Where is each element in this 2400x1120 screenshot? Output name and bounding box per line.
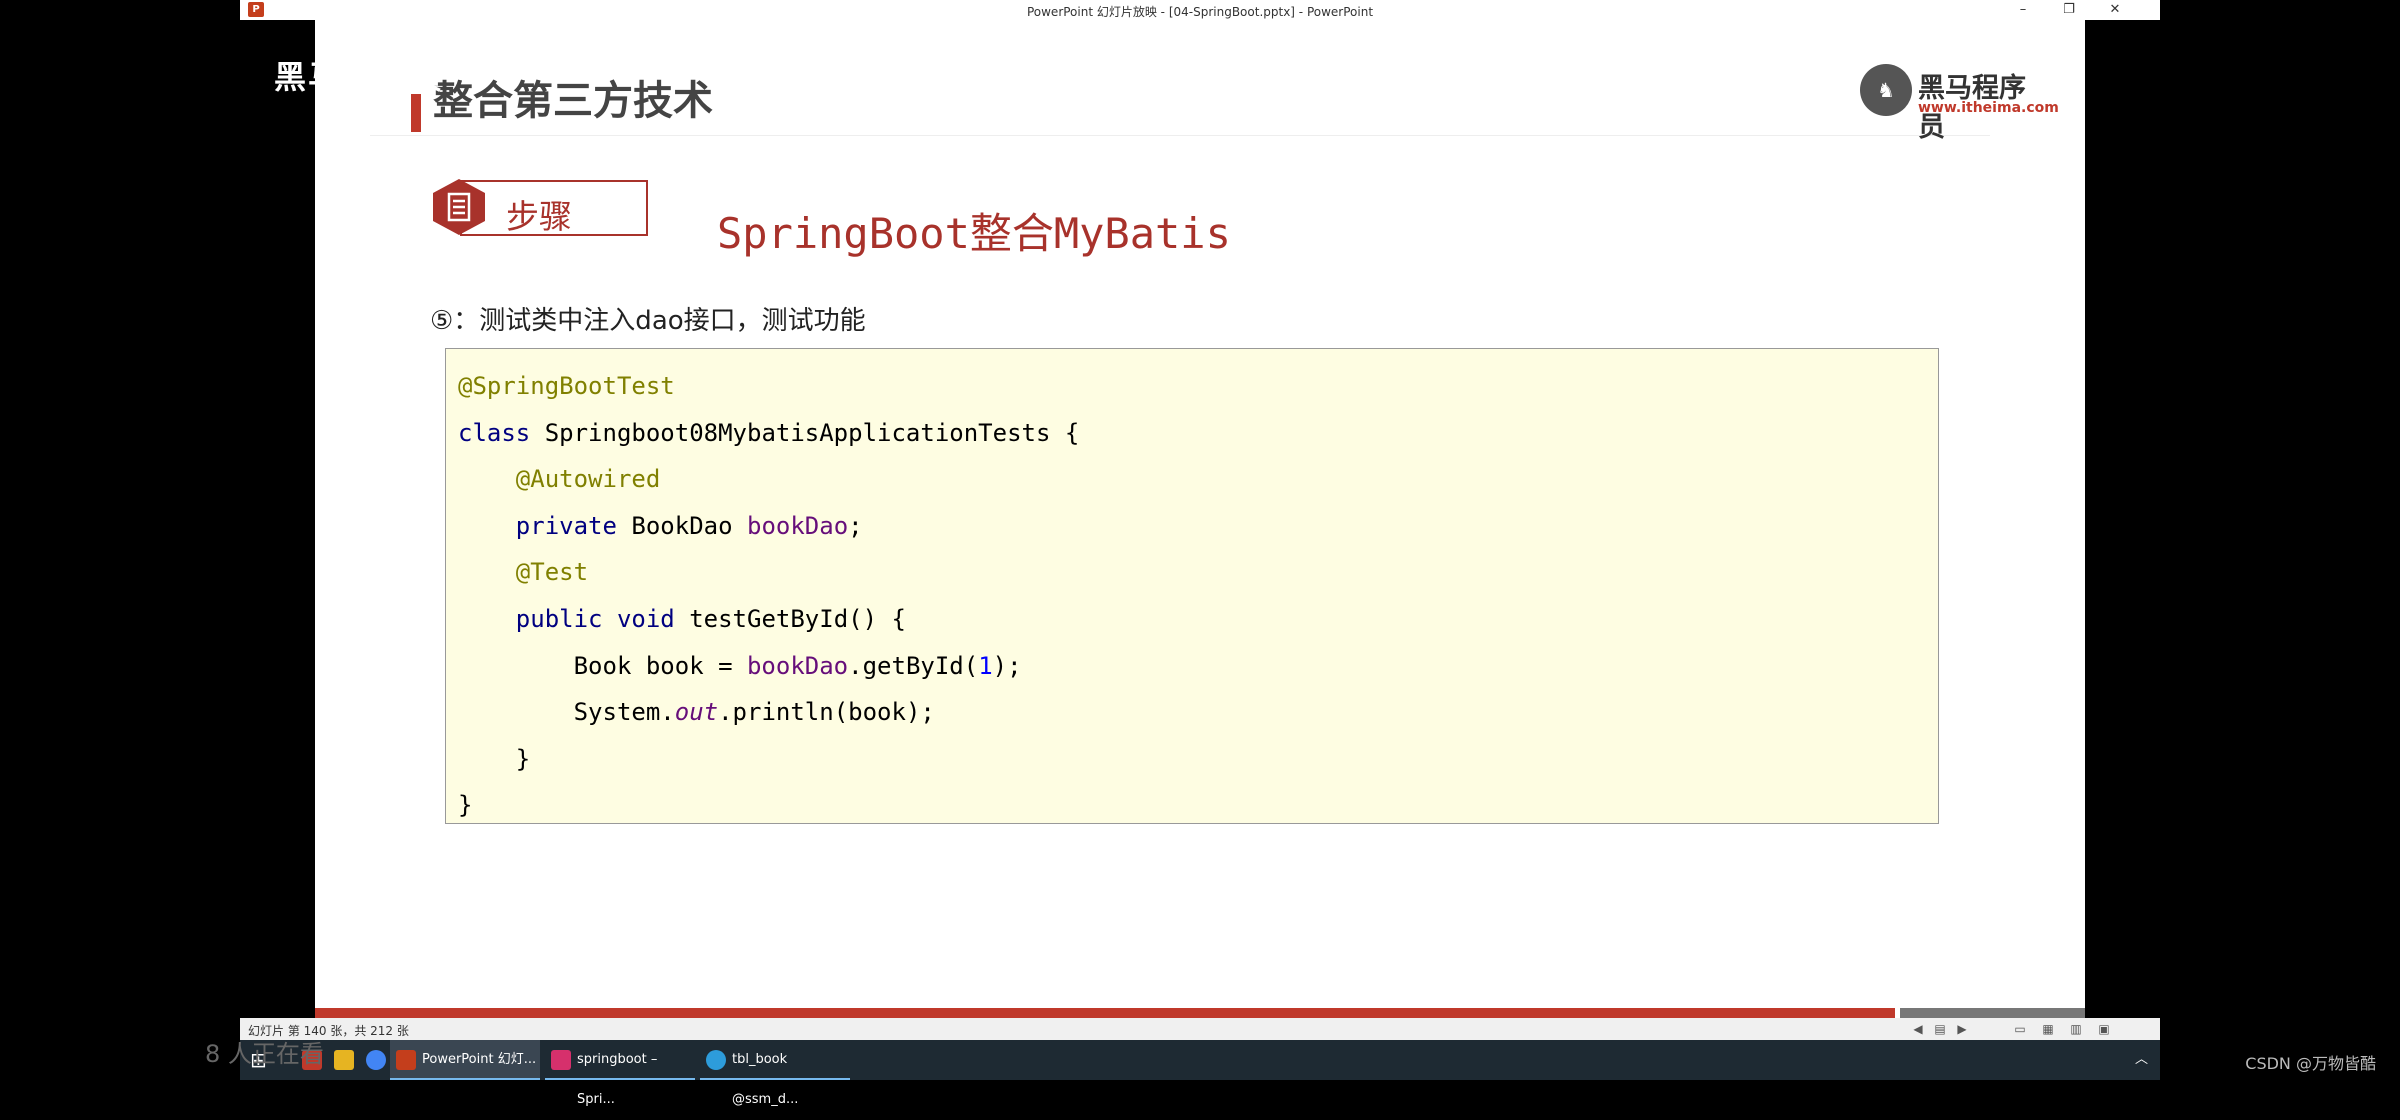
code-text-segment: BookDao: [616, 511, 747, 540]
code-number: 1: [978, 651, 993, 680]
intellij-icon: [551, 1050, 571, 1070]
window-title: PowerPoint 幻灯片放映 - [04-SpringBoot.pptx] …: [1026, 5, 1374, 19]
slide-footer-bar-gray: [1900, 1008, 2085, 1018]
taskbar: ⊞ PowerPoint 幻灯... springboot – Spri... …: [240, 1040, 2160, 1107]
step-description: ⑤：测试类中注入dao接口，测试功能: [430, 306, 866, 336]
powerpoint-icon: [396, 1050, 416, 1070]
reading-view-icon[interactable]: ▥: [2068, 1021, 2084, 1037]
title-bar: P PowerPoint 幻灯片放映 - [04-SpringBoot.pptx…: [240, 0, 2160, 20]
code-keyword: class: [458, 418, 531, 447]
step-badge: 步骤: [430, 178, 648, 236]
slide-sorter-icon[interactable]: ▦: [2040, 1021, 2056, 1037]
slide[interactable]: 整合第三方技术 ♞ 黑马程序员 www.itheima.com 步骤 Sprin…: [315, 20, 2085, 1018]
restore-button[interactable]: ❐: [2046, 0, 2092, 20]
csdn-watermark: CSDN @万物皆酷: [2245, 1054, 2376, 1073]
taskbar-item-label: springboot – Spri...: [577, 1052, 658, 1107]
slide-footer-bar: [315, 1008, 1895, 1018]
code-text-segment: Book book =: [573, 651, 747, 680]
chrome-icon[interactable]: [366, 1050, 386, 1070]
code-field: bookDao: [746, 651, 849, 680]
code-text-segment: .println(book);: [718, 698, 935, 727]
slide-margin-left: [240, 20, 315, 1018]
step-label: 步骤: [506, 197, 572, 236]
slideshow-icon[interactable]: ▣: [2096, 1021, 2112, 1037]
code-annotation: @SpringBootTest: [458, 372, 675, 400]
code-text-segment: ;: [848, 511, 863, 540]
code-annotation: @Test: [515, 558, 589, 587]
file-explorer-icon[interactable]: [334, 1050, 354, 1070]
horse-logo-icon: ♞: [1860, 64, 1912, 116]
viewer-count: 8 人正在看: [205, 1040, 324, 1068]
close-button[interactable]: ✕: [2092, 0, 2138, 20]
previous-slide-icon[interactable]: ◀: [1910, 1021, 1926, 1037]
taskbar-item-label: tbl_book @ssm_d...: [732, 1052, 799, 1107]
next-slide-icon[interactable]: ▶: [1954, 1021, 1970, 1037]
menu-icon[interactable]: ▤: [1932, 1021, 1948, 1037]
chevron-up-icon[interactable]: ︿: [2135, 1040, 2148, 1080]
code-text-segment: .getById(: [848, 651, 979, 680]
code-block: @SpringBootTest class Springboot08Mybati…: [445, 348, 1939, 824]
taskbar-item-powerpoint[interactable]: PowerPoint 幻灯...: [390, 1040, 540, 1080]
taskbar-item-label: PowerPoint 幻灯...: [422, 1052, 537, 1067]
powerpoint-window: P PowerPoint 幻灯片放映 - [04-SpringBoot.pptx…: [240, 0, 2160, 1107]
slide-title: 整合第三方技术: [433, 78, 713, 124]
code-field: bookDao: [747, 511, 849, 540]
itheima-logo: ♞ 黑马程序员 www.itheima.com: [1860, 62, 2059, 143]
step-box: 步骤: [460, 180, 648, 236]
code-text-segment: );: [992, 651, 1022, 680]
code-annotation: @Autowired: [515, 465, 661, 494]
logo-url: www.itheima.com: [1918, 100, 2059, 116]
code-keyword: public: [515, 604, 603, 633]
code-static-field: out: [674, 698, 719, 727]
code-text: @SpringBootTest class Springboot08Mybati…: [458, 363, 1079, 829]
taskbar-item-intellij[interactable]: springboot – Spri...: [545, 1040, 695, 1107]
code-keyword: void: [616, 604, 675, 633]
document-icon: [433, 179, 485, 235]
code-text-segment: testGetById() {: [674, 604, 906, 633]
minimize-button[interactable]: –: [2000, 0, 2046, 20]
code-brace: }: [458, 791, 473, 820]
title-accent-bar: [411, 94, 421, 132]
slide-heading: SpringBoot整合MyBatis: [717, 209, 1231, 258]
taskbar-item-datagrip[interactable]: tbl_book @ssm_d...: [700, 1040, 850, 1107]
normal-view-icon[interactable]: ▭: [2012, 1021, 2028, 1037]
code-text-segment: Springboot08MybatisApplicationTests {: [530, 418, 1080, 447]
title-divider: [370, 135, 1990, 136]
code-text-segment: System.: [573, 698, 675, 727]
code-brace: }: [515, 744, 531, 773]
status-bar: 幻灯片 第 140 张，共 212 张 ◀ ▤ ▶ ▭ ▦ ▥ ▣: [240, 1018, 2160, 1040]
ghost-watermark: 黑马程序员: [274, 58, 445, 96]
datagrip-icon: [706, 1050, 726, 1070]
code-keyword: private: [515, 511, 617, 540]
